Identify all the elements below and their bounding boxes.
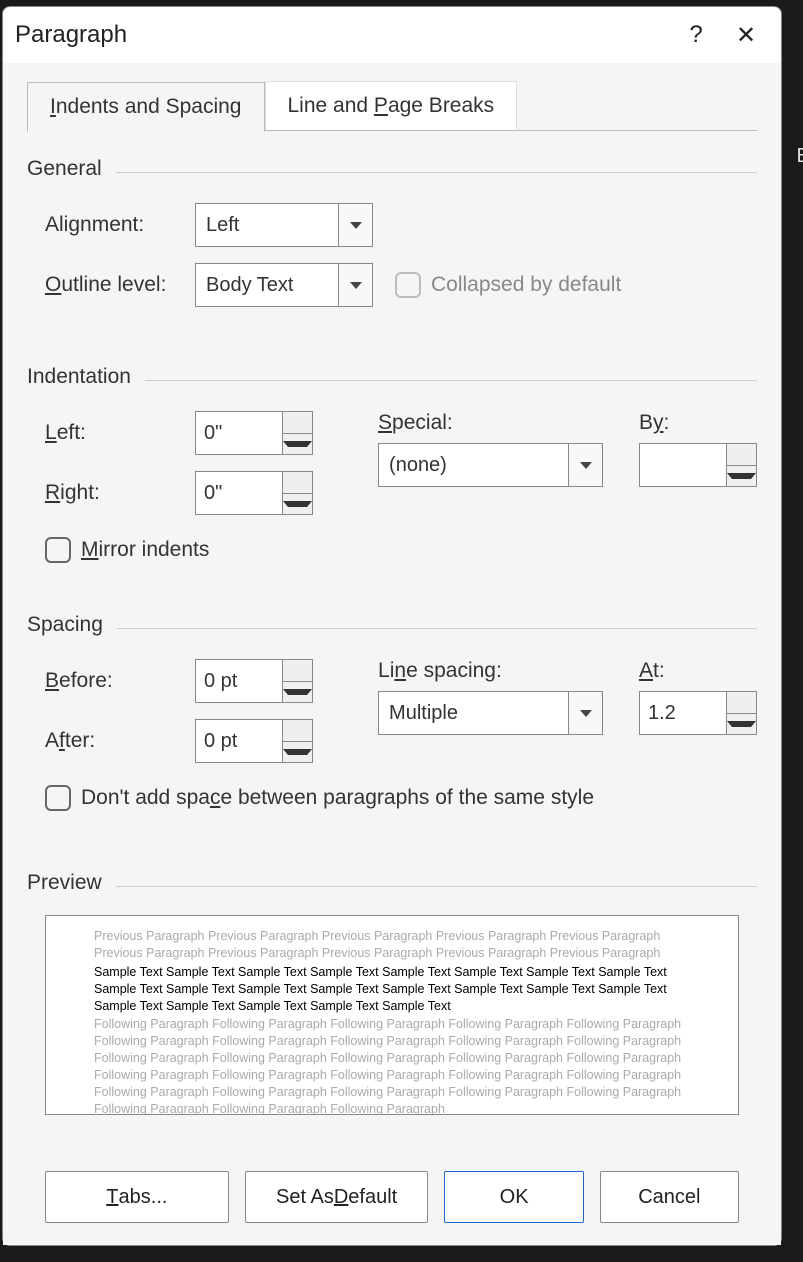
outline-value: Body Text xyxy=(206,274,293,297)
preview-box: Previous Paragraph Previous Paragraph Pr… xyxy=(45,915,739,1115)
section-indentation: Indentation xyxy=(27,365,757,389)
ok-button[interactable]: OK xyxy=(444,1171,583,1223)
spin-down-icon[interactable] xyxy=(727,466,756,487)
chevron-down-icon xyxy=(568,444,602,486)
tab-bar: Indents and Spacing Line and Page Breaks xyxy=(27,81,757,131)
line-spacing-combo[interactable]: Multiple xyxy=(378,691,603,735)
close-button[interactable]: ✕ xyxy=(721,10,771,60)
spin-down-icon[interactable] xyxy=(283,742,312,763)
alignment-value: Left xyxy=(206,214,239,237)
by-spinner[interactable] xyxy=(639,443,757,487)
edge-text: Ed xyxy=(797,145,803,168)
chevron-down-icon xyxy=(338,204,372,246)
collapsed-checkbox xyxy=(395,272,421,298)
outline-combo[interactable]: Body Text xyxy=(195,263,373,307)
dialog-title: Paragraph xyxy=(15,21,671,49)
cancel-button[interactable]: Cancel xyxy=(600,1171,739,1223)
spin-down-icon[interactable] xyxy=(283,682,312,703)
at-spinner[interactable]: 1.2 xyxy=(639,691,757,735)
indent-left-label: Left: xyxy=(45,421,195,445)
after-spinner[interactable]: 0 pt xyxy=(195,719,313,763)
mirror-indents-label: Mirror indents xyxy=(81,538,209,562)
line-spacing-label: Line spacing: xyxy=(378,659,619,683)
section-preview: Preview xyxy=(27,871,757,895)
paragraph-dialog: Paragraph ? ✕ Indents and Spacing Line a… xyxy=(2,6,782,1246)
at-label: At: xyxy=(639,659,757,683)
no-space-checkbox[interactable] xyxy=(45,785,71,811)
before-label: Before: xyxy=(45,669,195,693)
collapsed-label: Collapsed by default xyxy=(431,273,621,297)
before-spinner[interactable]: 0 pt xyxy=(195,659,313,703)
spin-up-icon[interactable] xyxy=(283,720,312,742)
spin-up-icon[interactable] xyxy=(727,692,756,714)
indent-right-spinner[interactable]: 0" xyxy=(195,471,313,515)
tabs-button[interactable]: Tabs... xyxy=(45,1171,229,1223)
spin-up-icon[interactable] xyxy=(283,412,312,434)
dialog-footer: Tabs... Set As Default OK Cancel xyxy=(27,1151,757,1245)
preview-previous: Previous Paragraph Previous Paragraph Pr… xyxy=(94,928,690,962)
titlebar: Paragraph ? ✕ xyxy=(3,7,781,63)
no-space-label: Don't add space between paragraphs of th… xyxy=(81,786,594,810)
tab-line-page-breaks[interactable]: Line and Page Breaks xyxy=(265,81,518,131)
set-default-button[interactable]: Set As Default xyxy=(245,1171,429,1223)
preview-following: Following Paragraph Following Paragraph … xyxy=(94,1016,690,1115)
indent-left-spinner[interactable]: 0" xyxy=(195,411,313,455)
spin-up-icon[interactable] xyxy=(283,472,312,494)
mirror-indents-checkbox[interactable] xyxy=(45,537,71,563)
help-icon: ? xyxy=(689,21,702,49)
spin-down-icon[interactable] xyxy=(283,494,312,515)
help-button[interactable]: ? xyxy=(671,10,721,60)
special-label: Special: xyxy=(378,411,619,435)
close-icon: ✕ xyxy=(736,21,756,50)
spin-down-icon[interactable] xyxy=(727,714,756,735)
tab-indents-spacing[interactable]: Indents and Spacing xyxy=(27,82,265,132)
spin-up-icon[interactable] xyxy=(727,444,756,466)
chevron-down-icon xyxy=(338,264,372,306)
chevron-down-icon xyxy=(568,692,602,734)
preview-sample: Sample Text Sample Text Sample Text Samp… xyxy=(94,964,690,1015)
after-label: After: xyxy=(45,729,195,753)
spin-down-icon[interactable] xyxy=(283,434,312,455)
section-general: General xyxy=(27,157,757,181)
indent-right-label: Right: xyxy=(45,481,195,505)
alignment-label: Alignment: xyxy=(45,213,195,237)
alignment-combo[interactable]: Left xyxy=(195,203,373,247)
section-spacing: Spacing xyxy=(27,613,757,637)
outline-label: Outline level: xyxy=(45,273,195,297)
special-combo[interactable]: (none) xyxy=(378,443,603,487)
by-label: By: xyxy=(639,411,757,435)
spin-up-icon[interactable] xyxy=(283,660,312,682)
dialog-body: Indents and Spacing Line and Page Breaks… xyxy=(3,63,781,1245)
